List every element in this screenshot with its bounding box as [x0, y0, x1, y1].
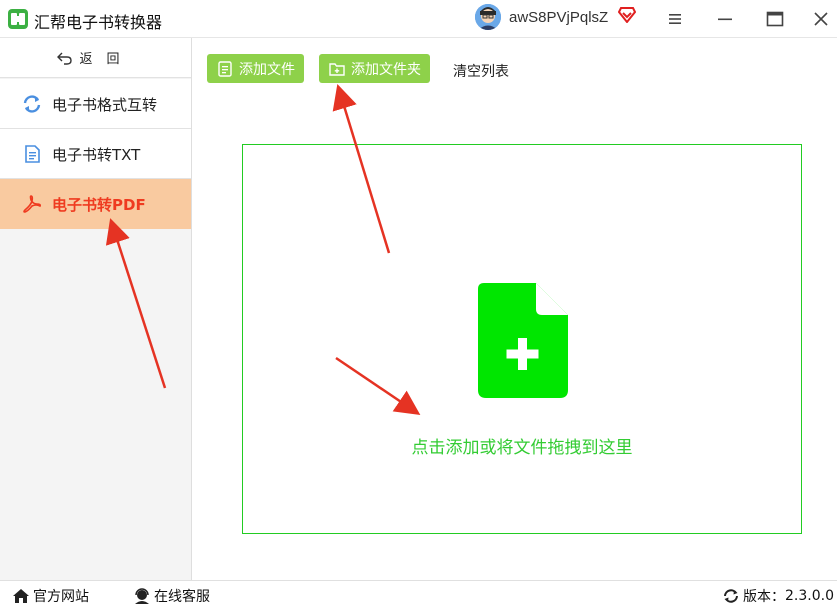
online-service-link[interactable]: 在线客服 — [133, 586, 210, 606]
sidebar-item-label: 电子书转PDF — [52, 196, 146, 214]
add-folder-label: 添加文件夹 — [351, 61, 421, 78]
version-label: 版本： — [743, 589, 785, 605]
online-service-label: 在线客服 — [154, 589, 210, 605]
minimize-icon[interactable] — [714, 8, 736, 30]
official-site-link[interactable]: 官方网站 — [12, 586, 89, 606]
back-label: 返回 — [79, 52, 134, 67]
home-icon — [13, 589, 29, 603]
app-logo-icon — [8, 9, 28, 29]
maximize-icon[interactable] — [764, 8, 786, 30]
update-icon — [724, 589, 738, 603]
back-button[interactable]: 返回 — [0, 38, 191, 78]
refresh-icon — [22, 94, 42, 114]
avatar[interactable] — [475, 4, 501, 30]
add-folder-button[interactable]: 添加文件夹 — [319, 54, 430, 83]
sidebar-item-label: 电子书转TXT — [52, 146, 141, 164]
vip-diamond-icon[interactable] — [617, 7, 637, 28]
sidebar-item-label: 电子书格式互转 — [52, 96, 158, 114]
file-icon — [218, 60, 232, 77]
sidebar: 返回 电子书格式互转 电子书转TXT 电子书转PDF — [0, 38, 192, 580]
version-number: 2.3.0.0 — [785, 588, 834, 604]
clear-list-button[interactable]: 清空列表 — [453, 61, 509, 81]
title-bar: 汇帮电子书转换器 awS8PVjPqlsZ — [0, 0, 837, 38]
sidebar-item-to-pdf[interactable]: 电子书转PDF — [0, 179, 191, 229]
sidebar-item-format-convert[interactable]: 电子书格式互转 — [0, 79, 191, 129]
document-icon — [22, 144, 42, 164]
folder-add-icon — [329, 62, 345, 76]
close-icon[interactable] — [810, 8, 832, 30]
pdf-icon — [22, 194, 42, 214]
drop-zone[interactable]: 点击添加或将文件拖拽到这里 — [242, 144, 802, 534]
drop-hint-text: 点击添加或将文件拖拽到这里 — [411, 438, 633, 458]
add-file-icon — [478, 283, 568, 403]
app-title: 汇帮电子书转换器 — [34, 13, 163, 32]
add-file-label: 添加文件 — [239, 61, 295, 78]
headset-icon — [135, 588, 149, 604]
version-info: 版本： 2.3.0.0 — [722, 586, 834, 606]
add-file-button[interactable]: 添加文件 — [207, 54, 304, 83]
official-site-label: 官方网站 — [33, 589, 89, 605]
sidebar-item-to-txt[interactable]: 电子书转TXT — [0, 129, 191, 179]
menu-icon[interactable] — [664, 8, 686, 30]
status-bar: 官方网站 在线客服 版本： 2.3.0.0 — [0, 580, 837, 607]
back-arrow-icon — [57, 52, 73, 65]
username[interactable]: awS8PVjPqlsZ — [509, 9, 608, 26]
